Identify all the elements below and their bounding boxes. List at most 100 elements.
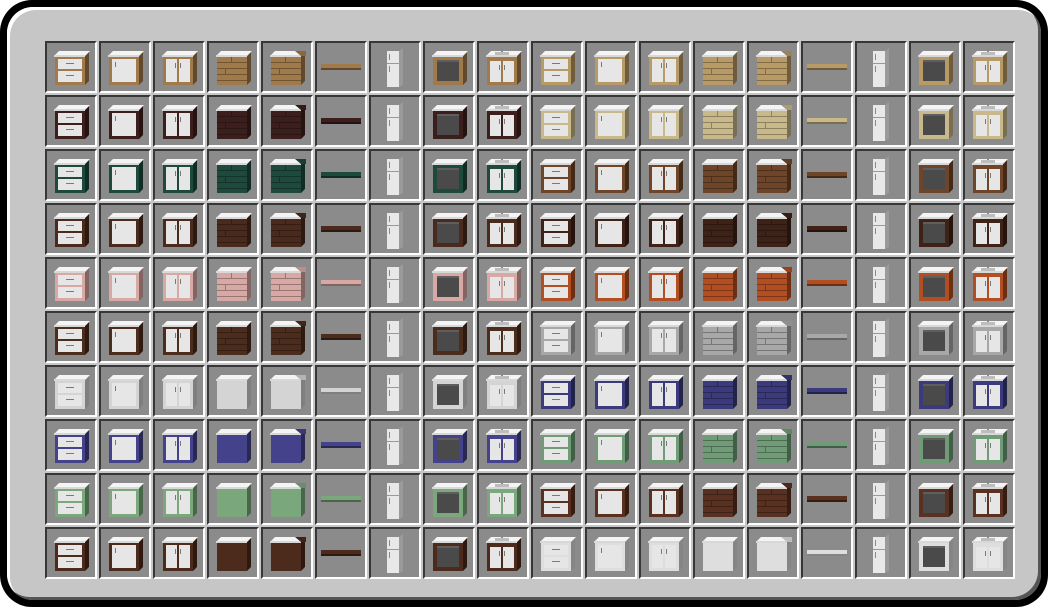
inventory-slot[interactable] <box>909 203 961 255</box>
inventory-slot[interactable] <box>801 149 853 201</box>
inventory-slot[interactable] <box>639 41 691 93</box>
inventory-slot[interactable] <box>315 149 367 201</box>
inventory-slot[interactable] <box>207 95 259 147</box>
inventory-slot[interactable] <box>45 527 97 579</box>
inventory-slot[interactable] <box>639 257 691 309</box>
inventory-slot[interactable] <box>45 311 97 363</box>
inventory-slot[interactable] <box>99 365 151 417</box>
inventory-slot[interactable] <box>423 257 475 309</box>
inventory-slot[interactable] <box>477 473 529 525</box>
inventory-slot[interactable] <box>963 41 1015 93</box>
inventory-slot[interactable] <box>855 203 907 255</box>
inventory-slot[interactable] <box>747 473 799 525</box>
inventory-slot[interactable] <box>747 95 799 147</box>
inventory-slot[interactable] <box>855 257 907 309</box>
inventory-slot[interactable] <box>963 203 1015 255</box>
inventory-slot[interactable] <box>153 527 205 579</box>
inventory-slot[interactable] <box>423 311 475 363</box>
inventory-slot[interactable] <box>423 365 475 417</box>
inventory-slot[interactable] <box>531 365 583 417</box>
inventory-slot[interactable] <box>99 95 151 147</box>
inventory-slot[interactable] <box>45 473 97 525</box>
inventory-slot[interactable] <box>477 311 529 363</box>
inventory-slot[interactable] <box>693 311 745 363</box>
inventory-slot[interactable] <box>315 311 367 363</box>
inventory-slot[interactable] <box>45 41 97 93</box>
inventory-slot[interactable] <box>423 149 475 201</box>
inventory-slot[interactable] <box>207 365 259 417</box>
inventory-slot[interactable] <box>423 527 475 579</box>
inventory-slot[interactable] <box>801 41 853 93</box>
inventory-slot[interactable] <box>369 419 421 471</box>
inventory-slot[interactable] <box>315 203 367 255</box>
inventory-slot[interactable] <box>207 311 259 363</box>
inventory-slot[interactable] <box>99 149 151 201</box>
inventory-slot[interactable] <box>531 257 583 309</box>
inventory-slot[interactable] <box>315 41 367 93</box>
inventory-slot[interactable] <box>801 419 853 471</box>
inventory-slot[interactable] <box>747 41 799 93</box>
inventory-slot[interactable] <box>423 419 475 471</box>
inventory-slot[interactable] <box>45 203 97 255</box>
inventory-slot[interactable] <box>855 95 907 147</box>
inventory-slot[interactable] <box>369 311 421 363</box>
inventory-slot[interactable] <box>693 41 745 93</box>
inventory-slot[interactable] <box>855 41 907 93</box>
inventory-slot[interactable] <box>207 149 259 201</box>
inventory-slot[interactable] <box>801 95 853 147</box>
inventory-slot[interactable] <box>153 41 205 93</box>
inventory-slot[interactable] <box>963 527 1015 579</box>
inventory-slot[interactable] <box>369 95 421 147</box>
inventory-slot[interactable] <box>693 419 745 471</box>
inventory-slot[interactable] <box>315 527 367 579</box>
inventory-slot[interactable] <box>909 365 961 417</box>
inventory-slot[interactable] <box>477 419 529 471</box>
inventory-slot[interactable] <box>585 473 637 525</box>
inventory-slot[interactable] <box>585 41 637 93</box>
inventory-slot[interactable] <box>207 527 259 579</box>
inventory-slot[interactable] <box>45 365 97 417</box>
inventory-slot[interactable] <box>207 473 259 525</box>
inventory-slot[interactable] <box>207 41 259 93</box>
inventory-slot[interactable] <box>693 149 745 201</box>
inventory-slot[interactable] <box>693 203 745 255</box>
inventory-slot[interactable] <box>531 203 583 255</box>
inventory-slot[interactable] <box>855 527 907 579</box>
inventory-slot[interactable] <box>963 419 1015 471</box>
inventory-slot[interactable] <box>369 41 421 93</box>
inventory-slot[interactable] <box>909 149 961 201</box>
inventory-slot[interactable] <box>747 203 799 255</box>
inventory-slot[interactable] <box>855 419 907 471</box>
inventory-slot[interactable] <box>909 257 961 309</box>
inventory-slot[interactable] <box>693 365 745 417</box>
inventory-slot[interactable] <box>99 419 151 471</box>
inventory-slot[interactable] <box>639 149 691 201</box>
inventory-slot[interactable] <box>909 419 961 471</box>
inventory-slot[interactable] <box>153 203 205 255</box>
inventory-slot[interactable] <box>153 419 205 471</box>
inventory-slot[interactable] <box>315 473 367 525</box>
inventory-slot[interactable] <box>315 95 367 147</box>
inventory-slot[interactable] <box>801 311 853 363</box>
inventory-slot[interactable] <box>639 95 691 147</box>
inventory-slot[interactable] <box>747 149 799 201</box>
inventory-slot[interactable] <box>909 95 961 147</box>
inventory-slot[interactable] <box>693 95 745 147</box>
inventory-slot[interactable] <box>261 311 313 363</box>
inventory-slot[interactable] <box>261 41 313 93</box>
inventory-slot[interactable] <box>153 311 205 363</box>
inventory-slot[interactable] <box>261 473 313 525</box>
inventory-slot[interactable] <box>315 257 367 309</box>
inventory-slot[interactable] <box>45 149 97 201</box>
inventory-slot[interactable] <box>801 257 853 309</box>
inventory-slot[interactable] <box>639 419 691 471</box>
inventory-slot[interactable] <box>207 203 259 255</box>
inventory-slot[interactable] <box>369 365 421 417</box>
inventory-slot[interactable] <box>99 527 151 579</box>
inventory-slot[interactable] <box>369 527 421 579</box>
inventory-slot[interactable] <box>207 419 259 471</box>
inventory-slot[interactable] <box>477 257 529 309</box>
inventory-slot[interactable] <box>747 365 799 417</box>
inventory-slot[interactable] <box>369 203 421 255</box>
inventory-slot[interactable] <box>261 95 313 147</box>
